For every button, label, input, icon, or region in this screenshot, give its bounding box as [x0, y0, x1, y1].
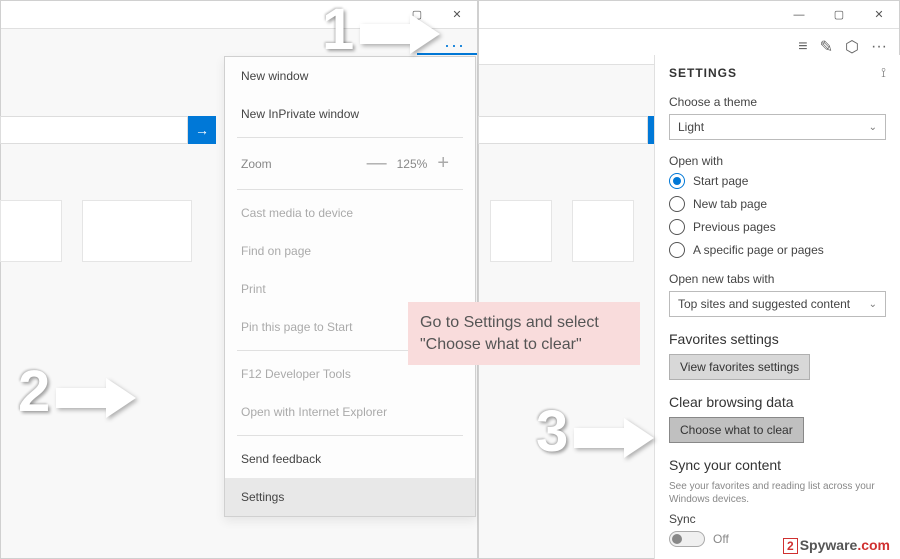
menu-send-feedback[interactable]: Send feedback [225, 440, 475, 478]
top-site-tile[interactable] [572, 200, 634, 262]
clear-data-heading: Clear browsing data [669, 394, 886, 410]
search-bar-left[interactable] [0, 116, 188, 144]
menu-separator [237, 189, 463, 190]
new-tabs-value: Top sites and suggested content [678, 297, 850, 311]
edit-icon[interactable]: ✎ [820, 37, 833, 57]
new-tabs-label: Open new tabs with [669, 272, 886, 286]
radio-previous-pages[interactable]: Previous pages [669, 219, 886, 235]
menu-open-ie[interactable]: Open with Internet Explorer [225, 393, 475, 431]
close-button[interactable]: ✕ [437, 1, 477, 29]
watermark-name: Spyware [800, 537, 858, 553]
reading-view-icon[interactable]: ≡ [798, 38, 807, 56]
radio-specific-page[interactable]: A specific page or pages [669, 242, 886, 258]
zoom-out-button[interactable]: — [357, 152, 397, 175]
zoom-label: Zoom [241, 157, 357, 171]
radio-label: New tab page [693, 197, 767, 211]
sync-section: Sync your content See your favorites and… [669, 457, 886, 547]
open-with-radio-group: Start page New tab page Previous pages A… [669, 173, 886, 258]
menu-separator [237, 435, 463, 436]
tiles-row-left [0, 200, 192, 262]
radio-label: Previous pages [693, 220, 776, 234]
instruction-callout: Go to Settings and select "Choose what t… [408, 302, 640, 365]
theme-select[interactable]: Light ⌄ [669, 114, 886, 140]
theme-section: Choose a theme Light ⌄ [669, 95, 886, 140]
step-1-number: 1 [322, 0, 354, 63]
radio-icon [669, 173, 685, 189]
menu-find-on-page[interactable]: Find on page [225, 232, 475, 270]
radio-label: Start page [693, 174, 748, 188]
choose-what-to-clear-button[interactable]: Choose what to clear [669, 417, 804, 443]
radio-new-tab-page[interactable]: New tab page [669, 196, 886, 212]
tiles-row-right [490, 200, 634, 262]
favorites-heading: Favorites settings [669, 331, 886, 347]
maximize-button[interactable]: ▢ [819, 1, 859, 29]
menu-settings[interactable]: Settings [225, 478, 475, 516]
radio-icon [669, 196, 685, 212]
menu-zoom-row: Zoom — 125% + [225, 142, 475, 185]
titlebar-right: — ▢ ✕ [479, 1, 899, 29]
open-with-label: Open with [669, 154, 886, 168]
theme-label: Choose a theme [669, 95, 886, 109]
sync-description: See your favorites and reading list acro… [669, 480, 886, 506]
menu-separator [237, 137, 463, 138]
open-with-section: Open with Start page New tab page Previo… [669, 154, 886, 258]
sync-toggle[interactable] [669, 531, 705, 547]
pin-icon[interactable]: ⟟ [881, 65, 886, 81]
watermark-badge: 2 [783, 538, 798, 554]
settings-panel: SETTINGS ⟟ Choose a theme Light ⌄ Open w… [654, 55, 900, 559]
edge-more-menu: New window New InPrivate window Zoom — 1… [224, 56, 476, 517]
zoom-in-button[interactable]: + [427, 152, 459, 175]
radio-start-page[interactable]: Start page [669, 173, 886, 189]
settings-header: SETTINGS ⟟ [669, 65, 886, 81]
radio-icon [669, 219, 685, 235]
radio-label: A specific page or pages [693, 243, 824, 257]
step-3-arrow-icon [574, 418, 654, 458]
sync-state: Off [713, 532, 729, 546]
theme-value: Light [678, 120, 704, 134]
watermark: 2Spyware.com [783, 537, 890, 553]
chevron-down-icon: ⌄ [869, 299, 877, 310]
search-go-button-left[interactable]: → [188, 116, 216, 144]
settings-title: SETTINGS [669, 66, 737, 80]
minimize-button[interactable]: — [779, 1, 819, 29]
top-site-tile[interactable] [0, 200, 62, 262]
step-3-number: 3 [536, 398, 568, 465]
zoom-value: 125% [397, 157, 428, 171]
view-favorites-button[interactable]: View favorites settings [669, 354, 810, 380]
search-bar-right[interactable] [478, 116, 648, 144]
close-button[interactable]: ✕ [859, 1, 899, 29]
clear-data-section: Clear browsing data Choose what to clear [669, 394, 886, 443]
menu-cast-media[interactable]: Cast media to device [225, 194, 475, 232]
new-tabs-select[interactable]: Top sites and suggested content ⌄ [669, 291, 886, 317]
chevron-down-icon: ⌄ [869, 122, 877, 133]
watermark-tld: .com [857, 537, 890, 553]
sync-heading: Sync your content [669, 457, 886, 473]
top-site-tile[interactable] [82, 200, 192, 262]
share-icon[interactable]: ⬡ [845, 37, 859, 57]
top-site-tile[interactable] [490, 200, 552, 262]
new-tabs-section: Open new tabs with Top sites and suggest… [669, 272, 886, 317]
more-icon[interactable]: ··· [871, 38, 887, 56]
step-2-number: 2 [18, 358, 50, 425]
radio-icon [669, 242, 685, 258]
sync-label: Sync [669, 512, 886, 526]
favorites-section: Favorites settings View favorites settin… [669, 331, 886, 380]
step-1-arrow-icon [360, 14, 440, 54]
menu-new-inprivate[interactable]: New InPrivate window [225, 95, 475, 133]
step-2-arrow-icon [56, 378, 136, 418]
